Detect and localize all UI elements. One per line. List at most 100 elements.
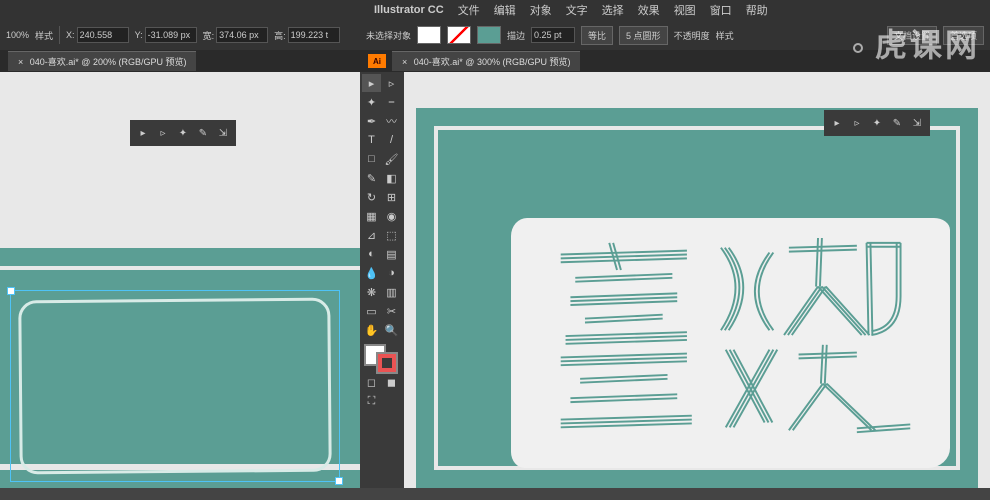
artboard-tool[interactable]: ▭ xyxy=(362,302,381,320)
slice-tool[interactable]: ✂ xyxy=(382,302,401,320)
artwork-band xyxy=(0,248,360,266)
menu-window[interactable]: 窗口 xyxy=(710,2,732,18)
document-tab-left[interactable]: × 040-喜欢.ai* @ 200% (RGB/GPU 预览) xyxy=(8,51,196,71)
pencil-tool[interactable]: ✎ xyxy=(362,169,381,187)
free-transform-tool[interactable]: ◉ xyxy=(382,207,401,225)
magic-wand-tool[interactable]: ✦ xyxy=(362,93,381,111)
artwork-background xyxy=(416,108,978,488)
document-tab-right[interactable]: × 040-喜欢.ai* @ 300% (RGB/GPU 预览) xyxy=(392,51,580,71)
direct-select-icon[interactable]: ▹ xyxy=(848,114,866,132)
width-tool[interactable]: ▦ xyxy=(362,207,381,225)
menu-select[interactable]: 选择 xyxy=(602,2,624,18)
style-label-r: 样式 xyxy=(716,29,734,42)
no-selection-label: 未选择对象 xyxy=(366,29,411,42)
hand-tool[interactable]: ✋ xyxy=(362,321,381,339)
canvas-left[interactable]: ▸ ▹ ✦ ✎ ⇲ xyxy=(0,72,360,488)
pen-icon[interactable]: ✎ xyxy=(194,124,212,142)
blend-tool[interactable]: ◑ xyxy=(382,264,401,282)
handle-icon[interactable]: ⇲ xyxy=(908,114,926,132)
anchor-icon[interactable]: ✦ xyxy=(174,124,192,142)
select-icon[interactable]: ▸ xyxy=(828,114,846,132)
shape-builder-tool[interactable]: ⊿ xyxy=(362,226,381,244)
pen-icon[interactable]: ✎ xyxy=(888,114,906,132)
uniform-button[interactable]: 等比 xyxy=(581,26,613,45)
curvature-tool[interactable]: 〰 xyxy=(382,112,401,130)
artwork-card xyxy=(511,218,950,468)
fill-stroke-swatch[interactable] xyxy=(362,344,402,372)
x-label: X: xyxy=(66,30,75,40)
draw-behind-icon[interactable]: ◼ xyxy=(382,373,401,391)
menu-type[interactable]: 文字 xyxy=(566,2,588,18)
app-name: Illustrator CC xyxy=(374,4,444,16)
tools-panel: ▸ ▹ ✦ ⎯ ✒ 〰 T / □ 🖌 ✎ ◧ ↻ ⊞ ▦ ◉ ⊿ ⬚ ◐ ▤ … xyxy=(360,72,404,500)
ai-badge-icon: Ai xyxy=(368,54,386,68)
stroke-swatch-none[interactable] xyxy=(447,26,471,44)
pen-tool[interactable]: ✒ xyxy=(362,112,381,130)
eraser-tool[interactable]: ◧ xyxy=(382,169,401,187)
window-left: 100% 样式 X: Y: 宽: 高: × 040-喜欢.ai* @ 200% … xyxy=(0,20,360,500)
tab-label: 040-喜欢.ai* @ 200% (RGB/GPU 预览) xyxy=(30,57,187,67)
menu-effect[interactable]: 效果 xyxy=(638,2,660,18)
menu-view[interactable]: 视图 xyxy=(674,2,696,18)
line-tool[interactable]: / xyxy=(382,131,401,149)
brush-preset-button[interactable]: 5 点圆形 xyxy=(619,26,668,45)
sketched-rectangle-path[interactable] xyxy=(18,298,332,475)
perspective-tool[interactable]: ⬚ xyxy=(382,226,401,244)
scale-tool[interactable]: ⊞ xyxy=(382,188,401,206)
mesh-tool[interactable]: ◐ xyxy=(362,245,381,263)
opacity-label: 不透明度 xyxy=(674,29,710,42)
y-label: Y: xyxy=(135,30,143,40)
options-bar-left: 100% 样式 X: Y: 宽: 高: xyxy=(0,20,360,50)
selection-tool[interactable]: ▸ xyxy=(362,74,381,92)
close-icon[interactable]: × xyxy=(18,57,23,67)
rotate-tool[interactable]: ↻ xyxy=(362,188,381,206)
stroke-weight-input[interactable] xyxy=(531,27,575,43)
doc-setup-button[interactable]: 文档设置 xyxy=(887,26,937,45)
direct-selection-tool[interactable]: ▹ xyxy=(382,74,401,92)
menu-object[interactable]: 对象 xyxy=(530,2,552,18)
color-swatch[interactable] xyxy=(477,26,501,44)
h-input[interactable] xyxy=(288,27,340,43)
fill-swatch[interactable] xyxy=(417,26,441,44)
menu-help[interactable]: 帮助 xyxy=(746,2,768,18)
type-tool[interactable]: T xyxy=(362,131,381,149)
draw-normal-icon[interactable]: ◻ xyxy=(362,373,381,391)
handle-icon[interactable]: ⇲ xyxy=(214,124,232,142)
w-input[interactable] xyxy=(216,27,268,43)
paintbrush-tool[interactable]: 🖌 xyxy=(382,150,401,168)
y-input[interactable] xyxy=(145,27,197,43)
menubar: Illustrator CC 文件 编辑 对象 文字 选择 效果 视图 窗口 帮… xyxy=(0,0,990,20)
rectangle-tool[interactable]: □ xyxy=(362,150,381,168)
floating-toolbar-left[interactable]: ▸ ▹ ✦ ✎ ⇲ xyxy=(130,120,236,146)
floating-toolbar-right[interactable]: ▸ ▹ ✦ ✎ ⇲ xyxy=(824,110,930,136)
window-right: 未选择对象 描边 等比 5 点圆形 不透明度 样式 文档设置 首选项 Ai × … xyxy=(360,20,990,500)
style-label: 样式 xyxy=(35,29,53,42)
anchor-icon[interactable]: ✦ xyxy=(868,114,886,132)
tab-label-r: 040-喜欢.ai* @ 300% (RGB/GPU 预览) xyxy=(414,57,571,67)
graph-tool[interactable]: ▥ xyxy=(382,283,401,301)
chinese-characters-artwork xyxy=(551,238,920,442)
stroke-label: 描边 xyxy=(507,29,525,42)
scrollbar-horizontal-right[interactable] xyxy=(360,488,990,500)
selection-bounding-box[interactable] xyxy=(10,290,340,482)
lasso-tool[interactable]: ⎯ xyxy=(382,93,401,111)
gradient-tool[interactable]: ▤ xyxy=(382,245,401,263)
select-icon[interactable]: ▸ xyxy=(134,124,152,142)
screen-mode-icon[interactable]: ⛶ xyxy=(362,392,381,410)
close-icon[interactable]: × xyxy=(402,57,407,67)
w-label: 宽: xyxy=(203,29,215,42)
menu-edit[interactable]: 编辑 xyxy=(494,2,516,18)
stroke-color-icon[interactable] xyxy=(376,352,398,374)
canvas-right[interactable]: ▸ ▹ ✦ ✎ ⇲ xyxy=(404,72,990,488)
direct-select-icon[interactable]: ▹ xyxy=(154,124,172,142)
x-input[interactable] xyxy=(77,27,129,43)
tab-bar-right: Ai × 040-喜欢.ai* @ 300% (RGB/GPU 预览) xyxy=(360,50,990,72)
zoom-tool[interactable]: 🔍 xyxy=(382,321,401,339)
prefs-button[interactable]: 首选项 xyxy=(943,26,984,45)
symbol-sprayer-tool[interactable]: ❋ xyxy=(362,283,381,301)
zoom-level[interactable]: 100% xyxy=(6,30,29,40)
h-label: 高: xyxy=(274,29,286,42)
scrollbar-horizontal[interactable] xyxy=(0,488,360,500)
menu-file[interactable]: 文件 xyxy=(458,2,480,18)
eyedropper-tool[interactable]: 💧 xyxy=(362,264,381,282)
